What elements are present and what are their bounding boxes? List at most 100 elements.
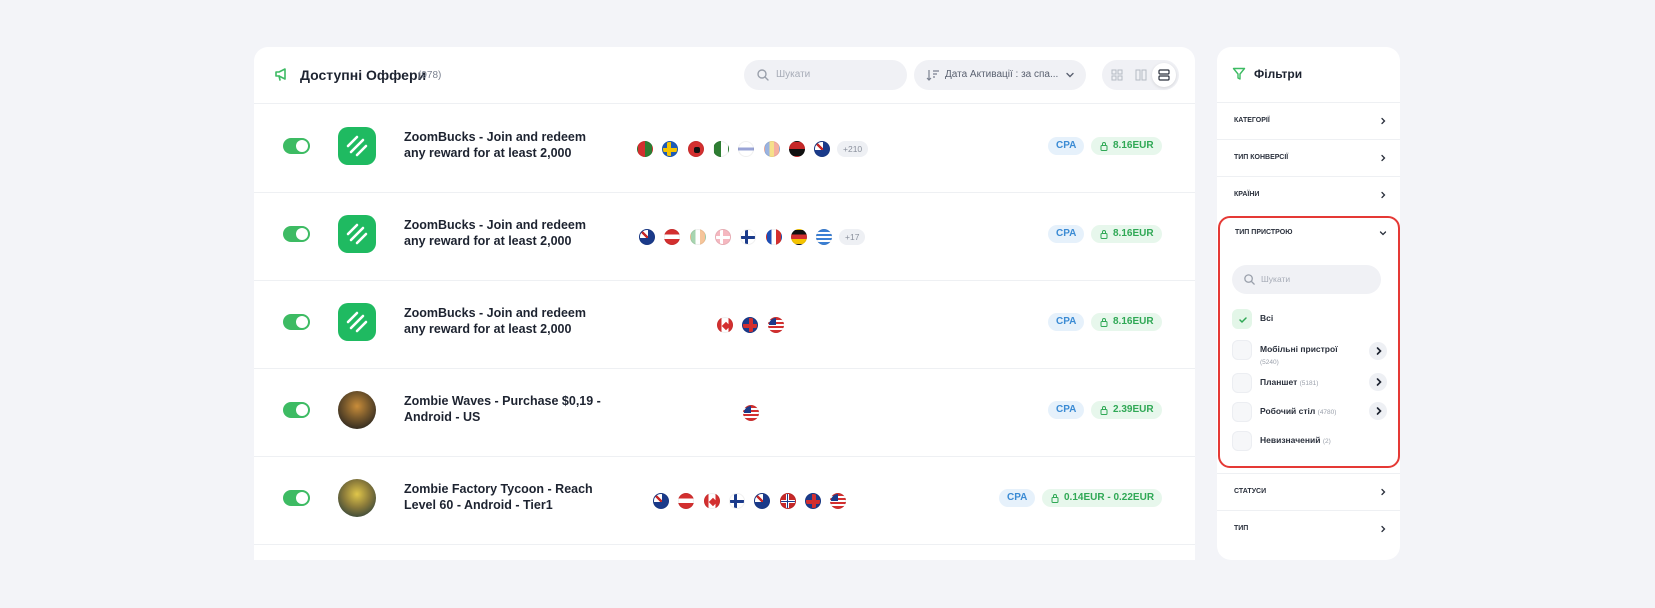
payout-badge: 8.16EUR (1091, 137, 1162, 155)
chevron-right-icon (1381, 525, 1386, 533)
filter-section-label: Статуси (1234, 488, 1267, 495)
offers-panel: Доступні Оффери (978) Шукати Дата Актива… (254, 47, 1195, 560)
offer-row[interactable]: Zombie Factory Tycoon - Reach Level 60 -… (254, 457, 1195, 545)
zoombucks-logo (338, 303, 376, 341)
offer-name[interactable]: Zombie Factory Tycoon - Reach Level 60 -… (404, 481, 604, 513)
flag-icon (664, 229, 680, 245)
option-label: Робочий стіл (4780) (1260, 406, 1337, 416)
payout-value: 8.16EUR (1113, 316, 1154, 327)
offer-type-badge: CPA (1048, 137, 1085, 155)
filter-section-label: Тип конверсії (1234, 154, 1289, 161)
flag-icon (637, 141, 653, 157)
flag-icon (816, 229, 832, 245)
megaphone-icon (275, 68, 286, 81)
option-label: Всі (1260, 313, 1274, 323)
flag-icon (742, 317, 758, 333)
chevron-right-icon (1381, 154, 1386, 162)
filter-section-statuses[interactable]: Статуси (1217, 473, 1400, 510)
flag-icon (743, 405, 759, 421)
filter-section-countries[interactable]: Країни (1217, 176, 1400, 213)
list-view-button[interactable] (1152, 63, 1176, 87)
filter-section-categories[interactable]: Категорії (1217, 102, 1400, 139)
payout-value: 0.14EUR - 0.22EUR (1064, 492, 1155, 503)
flag-icon (639, 229, 655, 245)
flag-icon (662, 141, 678, 157)
chevron-down-icon (1066, 72, 1074, 78)
offer-name[interactable]: ZoomBucks - Join and redeem any reward f… (404, 217, 604, 249)
offer-name[interactable]: ZoomBucks - Join and redeem any reward f… (404, 129, 604, 161)
option-count: (5181) (1299, 380, 1319, 387)
option-label: Невизначений (2) (1260, 435, 1331, 445)
flag-icon (766, 229, 782, 245)
checkbox[interactable] (1232, 340, 1252, 360)
offer-row[interactable]: ZoomBucks - Join and redeem any reward f… (254, 105, 1195, 193)
offer-name[interactable]: Zombie Waves - Purchase $0,19 - Android … (404, 393, 604, 425)
filter-section-label: Тип пристрою (1235, 229, 1293, 236)
flag-icon (780, 493, 796, 509)
zoombucks-logo (338, 127, 376, 165)
flag-icon (740, 229, 756, 245)
filter-section-label: Тип (1234, 525, 1249, 532)
flag-icon (789, 141, 805, 157)
search-icon (1244, 274, 1255, 285)
checkbox[interactable] (1232, 309, 1252, 329)
offers-header: Доступні Оффери (978) Шукати Дата Актива… (254, 47, 1195, 104)
flag-icon (830, 493, 846, 509)
offer-toggle[interactable] (283, 402, 310, 418)
checkbox[interactable] (1232, 402, 1252, 422)
offer-row[interactable]: ZoomBucks - Join and redeem any reward f… (254, 281, 1195, 369)
flag-icon (704, 493, 720, 509)
view-switcher (1102, 60, 1179, 90)
flag-icon (814, 141, 830, 157)
offers-search-input[interactable]: Шукати (744, 60, 907, 90)
offer-toggle[interactable] (283, 138, 310, 154)
offer-row[interactable]: Zombie Waves - Purchase $0,19 - Android … (254, 369, 1195, 457)
expand-option-button[interactable] (1369, 373, 1387, 391)
payout-value: 2.39EUR (1113, 404, 1154, 415)
more-countries-badge[interactable]: +17 (839, 229, 866, 245)
offers-count: (978) (418, 70, 442, 81)
offer-name[interactable]: ZoomBucks - Join and redeem any reward f… (404, 305, 604, 337)
payout-badge: 8.16EUR (1091, 313, 1162, 331)
lock-icon (1100, 142, 1108, 151)
payout-badge: 2.39EUR (1091, 401, 1162, 419)
filter-section-conversion-type[interactable]: Тип конверсії (1217, 139, 1400, 176)
offer-toggle[interactable] (283, 226, 310, 242)
checkbox[interactable] (1232, 431, 1252, 451)
list-icon (1158, 69, 1170, 81)
flag-icon (754, 493, 770, 509)
lock-icon (1100, 318, 1108, 327)
grid-view-button[interactable] (1105, 63, 1129, 87)
chevron-right-icon (1376, 347, 1382, 355)
flag-icon (738, 141, 754, 157)
more-countries-badge[interactable]: +210 (837, 141, 869, 157)
option-count: (5240) (1260, 359, 1279, 366)
game-logo (338, 391, 376, 429)
columns-view-button[interactable] (1129, 63, 1153, 87)
flag-icon (791, 229, 807, 245)
filter-section-label: Категорії (1234, 117, 1270, 124)
checkbox[interactable] (1232, 373, 1252, 393)
search-placeholder: Шукати (776, 69, 811, 80)
offer-row[interactable]: ZoomBucks - Join and redeem any reward f… (254, 193, 1195, 281)
payout-badge: 0.14EUR - 0.22EUR (1042, 489, 1163, 507)
search-icon (757, 69, 769, 81)
sort-label: Дата Активації : за спа... (945, 69, 1059, 80)
offer-toggle[interactable] (283, 490, 310, 506)
filter-section-device-type[interactable]: Тип пристрою Шукати Всі Мобільні пристро… (1218, 216, 1400, 468)
flag-icon (715, 229, 731, 245)
lock-icon (1100, 230, 1108, 239)
device-search-input[interactable]: Шукати (1232, 265, 1381, 294)
sort-icon (926, 70, 939, 81)
chevron-down-icon[interactable] (1378, 228, 1388, 238)
offer-toggle[interactable] (283, 314, 310, 330)
check-icon (1239, 317, 1247, 324)
chevron-right-icon (1381, 488, 1386, 496)
columns-icon (1135, 69, 1147, 81)
lock-icon (1100, 406, 1108, 415)
sort-select[interactable]: Дата Активації : за спа... (914, 60, 1086, 90)
filter-section-type[interactable]: Тип (1217, 510, 1400, 547)
zoombucks-logo (338, 215, 376, 253)
expand-option-button[interactable] (1369, 342, 1387, 360)
expand-option-button[interactable] (1369, 402, 1387, 420)
